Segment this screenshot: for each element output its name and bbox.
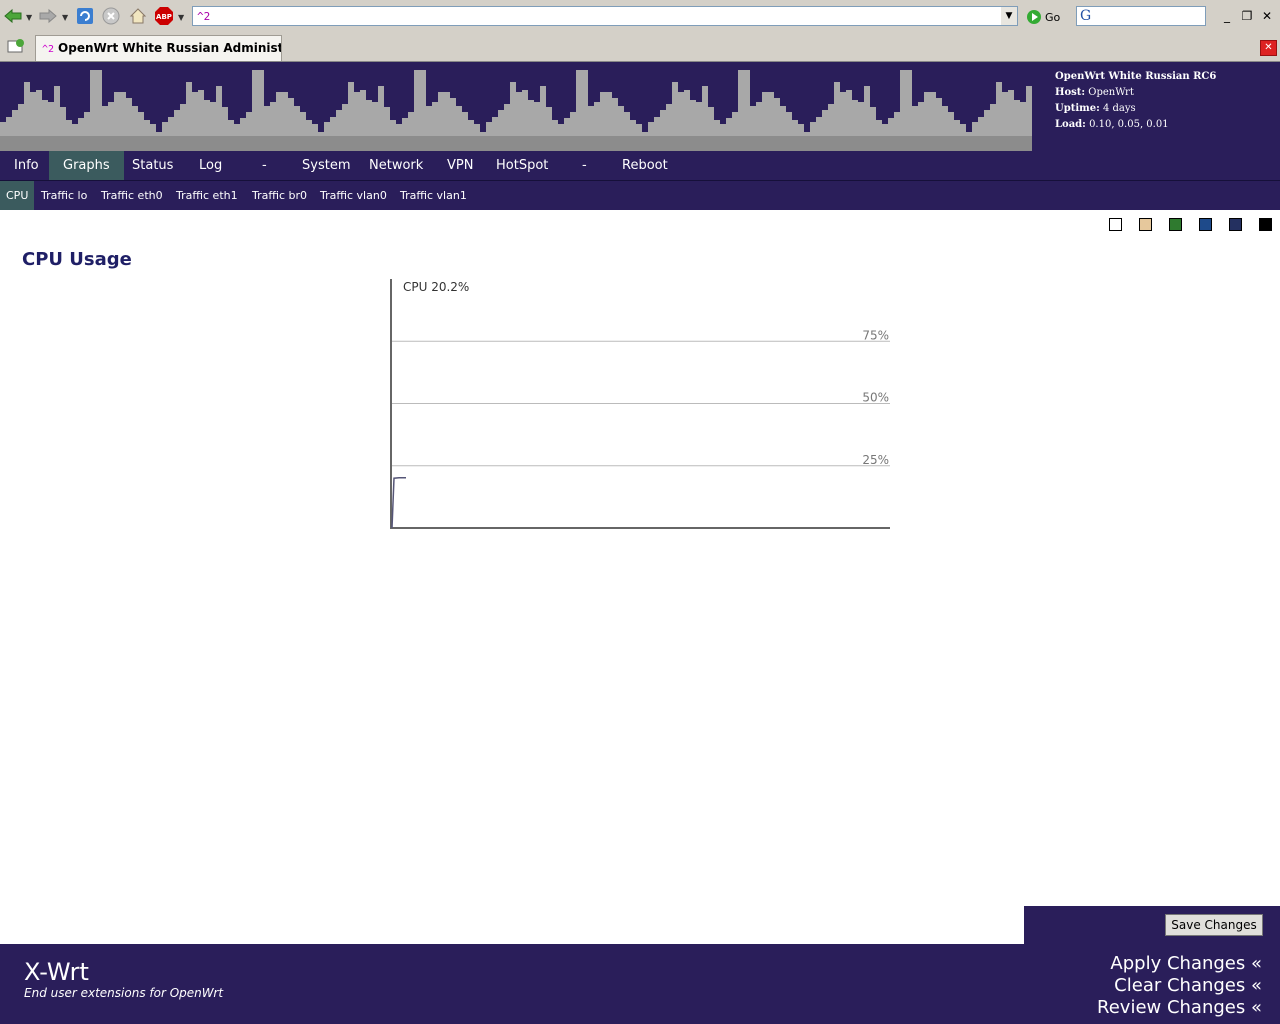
forward-dropdown-icon[interactable]: ▼ bbox=[62, 13, 68, 22]
save-changes-button[interactable]: Save Changes bbox=[1165, 914, 1263, 936]
chart-tick-label: 75% bbox=[862, 328, 889, 342]
chart-title: CPU 20.2% bbox=[403, 280, 469, 294]
nav-item-info[interactable]: Info bbox=[0, 151, 53, 180]
tab-title: OpenWrt White Russian Administrati... bbox=[58, 41, 281, 55]
nav-separator: - bbox=[582, 158, 587, 173]
new-tab-icon[interactable] bbox=[7, 38, 25, 54]
back-arrow-icon[interactable] bbox=[3, 6, 23, 26]
stop-icon[interactable] bbox=[101, 6, 121, 26]
brand-tagline: End user extensions for OpenWrt bbox=[24, 986, 224, 1000]
nav-item-vpn[interactable]: VPN bbox=[447, 151, 473, 180]
page-footer: X-Wrt End user extensions for OpenWrt Ap… bbox=[0, 944, 1280, 1024]
theme-swatch-black[interactable] bbox=[1259, 218, 1272, 231]
skyline-banner bbox=[0, 62, 1032, 151]
browser-toolbar: ▼ ▼ ABP ▼ ^2 ▼ Go G _ ❐ ✕ bbox=[0, 0, 1280, 34]
version-label: OpenWrt White Russian RC6 bbox=[1055, 71, 1217, 82]
nav-item-network[interactable]: Network bbox=[369, 151, 423, 180]
tab-number: ^2 bbox=[42, 44, 55, 55]
forward-arrow-icon[interactable] bbox=[38, 6, 58, 26]
review-changes-link[interactable]: Review Changes « bbox=[1097, 997, 1262, 1018]
chart-tick-label: 25% bbox=[862, 453, 889, 467]
go-label: Go bbox=[1045, 10, 1061, 24]
go-button[interactable]: Go bbox=[1027, 8, 1060, 26]
apply-changes-link[interactable]: Apply Changes « bbox=[1110, 953, 1262, 974]
nav-item-status[interactable]: Status bbox=[132, 151, 173, 180]
load-value: 0.10, 0.05, 0.01 bbox=[1089, 119, 1169, 130]
cpu-series-line bbox=[391, 476, 406, 529]
theme-swatch-white[interactable] bbox=[1109, 218, 1122, 231]
subnav-item-traffic-br0[interactable]: Traffic br0 bbox=[252, 181, 307, 210]
uptime-label: Uptime: bbox=[1055, 103, 1100, 114]
tab-bar: ^2OpenWrt White Russian Administrati... bbox=[0, 33, 1280, 62]
restore-icon[interactable]: ❐ bbox=[1238, 8, 1256, 24]
browser-tab[interactable]: ^2OpenWrt White Russian Administrati... bbox=[35, 35, 282, 61]
nav-item-system[interactable]: System bbox=[302, 151, 350, 180]
subnav-item-traffic-eth1[interactable]: Traffic eth1 bbox=[176, 181, 238, 210]
nav-separator: - bbox=[262, 158, 267, 173]
nav-item-graphs[interactable]: Graphs bbox=[49, 151, 124, 180]
host-label: Host: bbox=[1055, 87, 1086, 98]
theme-swatch-blue[interactable] bbox=[1199, 218, 1212, 231]
svg-text:ABP: ABP bbox=[156, 13, 172, 21]
close-tab-icon[interactable]: ✕ bbox=[1260, 40, 1277, 56]
host-value: OpenWrt bbox=[1088, 87, 1134, 98]
subnav-item-traffic-eth0[interactable]: Traffic eth0 bbox=[101, 181, 163, 210]
address-bar[interactable]: ^2 bbox=[192, 6, 1002, 26]
home-icon[interactable] bbox=[128, 6, 148, 26]
go-icon bbox=[1027, 10, 1041, 24]
minimize-icon[interactable]: _ bbox=[1218, 8, 1236, 24]
search-input[interactable]: G bbox=[1076, 6, 1206, 26]
system-info: OpenWrt White Russian RC6 Host: OpenWrt … bbox=[1055, 69, 1216, 133]
address-dropdown-icon[interactable]: ▼ bbox=[1001, 6, 1018, 26]
adblock-dropdown-icon[interactable]: ▼ bbox=[178, 13, 184, 22]
subnav-item-traffic-vlan1[interactable]: Traffic vlan1 bbox=[400, 181, 467, 210]
uptime-value: 4 days bbox=[1102, 103, 1136, 114]
theme-swatch-green[interactable] bbox=[1169, 218, 1182, 231]
close-window-icon[interactable]: ✕ bbox=[1258, 8, 1276, 24]
nav-item-hotspot[interactable]: HotSpot bbox=[496, 151, 548, 180]
subnav-item-traffic-lo[interactable]: Traffic lo bbox=[41, 181, 87, 210]
adblock-icon[interactable]: ABP bbox=[154, 6, 174, 26]
reload-icon[interactable] bbox=[75, 6, 95, 26]
brand-title: X-Wrt bbox=[24, 958, 89, 986]
back-dropdown-icon[interactable]: ▼ bbox=[26, 13, 32, 22]
google-search-icon[interactable]: G bbox=[1080, 8, 1091, 24]
nav-item-log[interactable]: Log bbox=[199, 151, 222, 180]
sub-nav: CPU Traffic lo Traffic eth0 Traffic eth1… bbox=[0, 181, 1280, 210]
theme-swatch-navy[interactable] bbox=[1229, 218, 1242, 231]
cpu-chart: CPU 20.2% 75% 50% 25% bbox=[390, 279, 890, 529]
chart-tick-label: 50% bbox=[862, 391, 889, 405]
page-title: CPU Usage bbox=[22, 249, 132, 270]
main-nav: Info Graphs Status Log - System Network … bbox=[0, 151, 1280, 181]
clear-changes-link[interactable]: Clear Changes « bbox=[1114, 975, 1262, 996]
page-header: OpenWrt White Russian RC6 Host: OpenWrt … bbox=[0, 62, 1280, 151]
theme-swatch-tan[interactable] bbox=[1139, 218, 1152, 231]
load-label: Load: bbox=[1055, 119, 1086, 130]
subnav-item-cpu[interactable]: CPU bbox=[0, 181, 35, 210]
subnav-item-traffic-vlan0[interactable]: Traffic vlan0 bbox=[320, 181, 387, 210]
nav-item-reboot[interactable]: Reboot bbox=[622, 151, 668, 180]
